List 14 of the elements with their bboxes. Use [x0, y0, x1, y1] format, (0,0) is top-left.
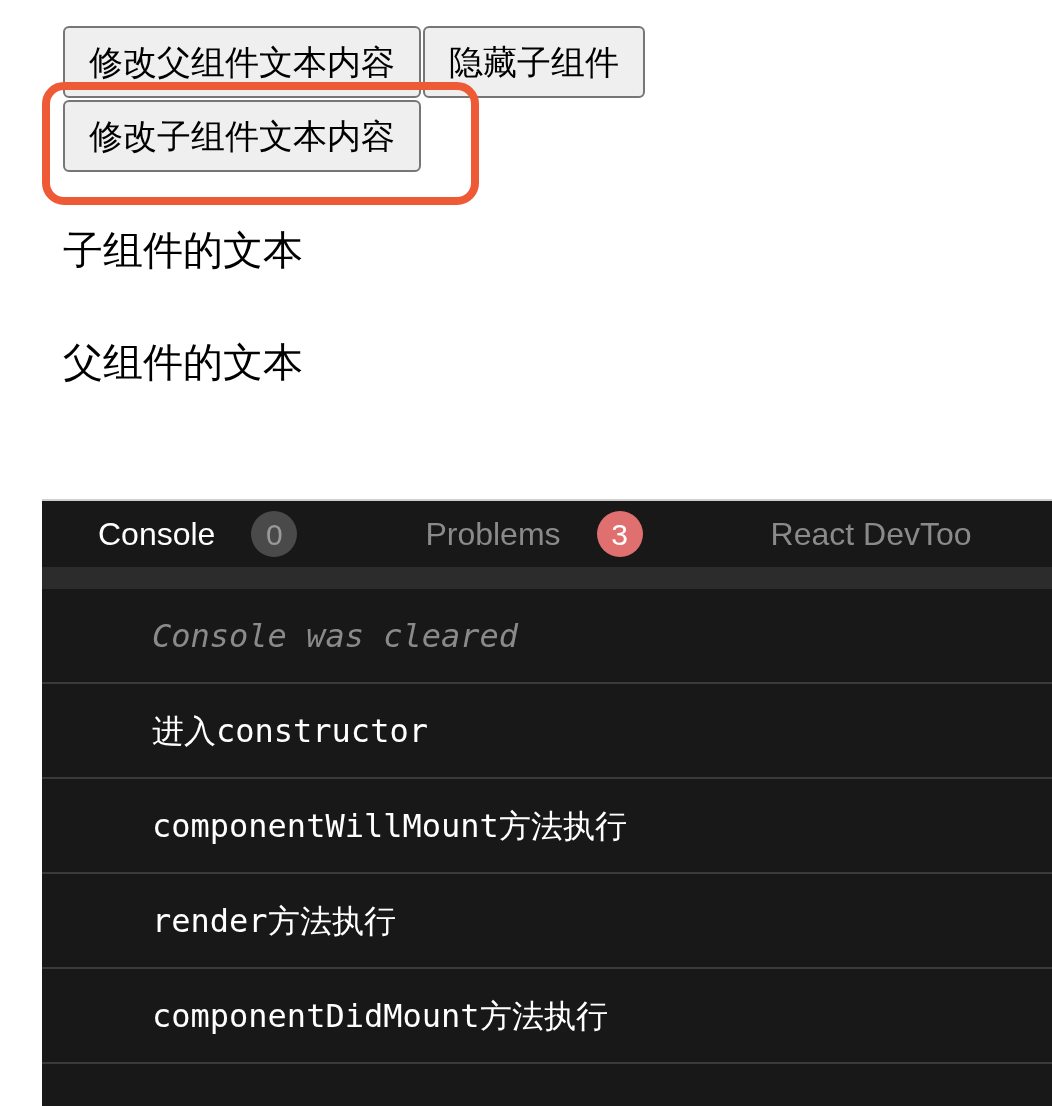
devtools-tab[interactable]: Console 0	[98, 510, 298, 558]
text-paragraph: 父组件的文本	[63, 339, 304, 386]
console-log-message: render方法执行	[152, 900, 396, 942]
console-log-message: componentWillMount方法执行	[152, 805, 627, 847]
console-log-message: 进入constructor	[152, 710, 428, 752]
count-badge: 3	[596, 511, 643, 557]
text-paragraph: 子组件的文本	[63, 227, 304, 274]
push-button[interactable]: 隐藏子组件	[423, 26, 645, 98]
console-info-message: Console was cleared	[152, 615, 519, 657]
push-button[interactable]: 修改子组件文本内容	[63, 100, 421, 172]
count-badge: 0	[251, 511, 298, 557]
console-log-message: componentDidMount方法执行	[152, 995, 608, 1037]
devtools-tab[interactable]: Problems 3	[425, 510, 643, 558]
devtools-tab[interactable]: React DevToo	[770, 510, 972, 558]
